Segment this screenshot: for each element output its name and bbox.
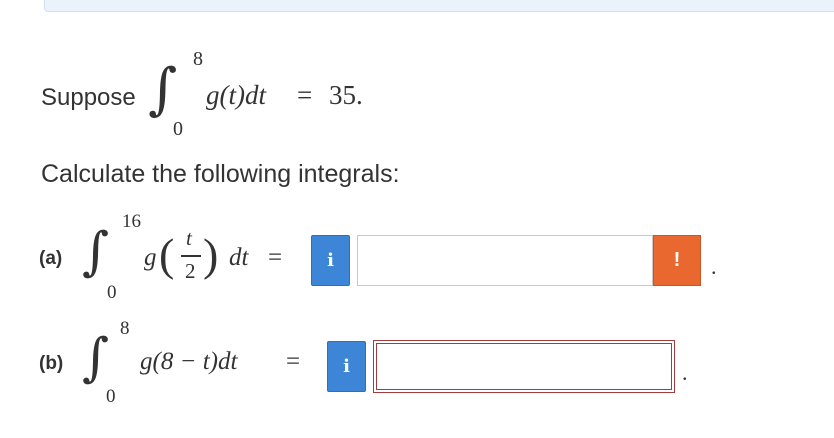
premise-value: 35. xyxy=(329,80,363,110)
part-b-label: (b) xyxy=(39,353,64,374)
left-paren: ( xyxy=(159,229,175,280)
part-a-function: g xyxy=(144,244,157,271)
part-b-integrand: g(8 − t)dt xyxy=(140,348,238,375)
part-a-label: (a) xyxy=(39,248,63,269)
integral-sign: ∫ xyxy=(82,328,110,388)
part-a-upper-limit: 16 xyxy=(122,211,141,232)
right-paren: ) xyxy=(203,229,219,280)
part-a-lower-limit: 0 xyxy=(107,282,117,303)
part-a-equals: = xyxy=(268,244,283,271)
instruction: Calculate the following integrals: xyxy=(41,160,400,188)
part-a-fraction-numerator: t xyxy=(186,226,192,250)
part-b-period: . xyxy=(682,360,688,385)
answer-input-a[interactable] xyxy=(357,235,653,286)
premise-lower-limit: 0 xyxy=(173,118,183,140)
part-a-period: . xyxy=(711,254,717,279)
answer-input-b[interactable] xyxy=(373,340,675,393)
premise-upper-limit: 8 xyxy=(193,48,203,70)
top-banner xyxy=(44,0,834,12)
part-a-differential: dt xyxy=(229,244,249,271)
premise-equals: = xyxy=(297,80,313,110)
fraction-bar xyxy=(181,255,201,257)
integral-sign: ∫ xyxy=(148,57,178,122)
integral-sign: ∫ xyxy=(82,222,110,282)
premise-integrand: g(t)dt xyxy=(206,80,266,110)
premise-lead: Suppose xyxy=(41,84,136,111)
info-button[interactable]: i xyxy=(311,235,350,286)
part-b-upper-limit: 8 xyxy=(120,318,130,339)
info-button[interactable]: i xyxy=(327,341,366,392)
part-b-equals: = xyxy=(286,348,301,375)
part-b-lower-limit: 0 xyxy=(106,386,116,407)
warning-button[interactable]: ! xyxy=(653,235,701,286)
part-a-fraction-denominator: 2 xyxy=(185,259,196,283)
